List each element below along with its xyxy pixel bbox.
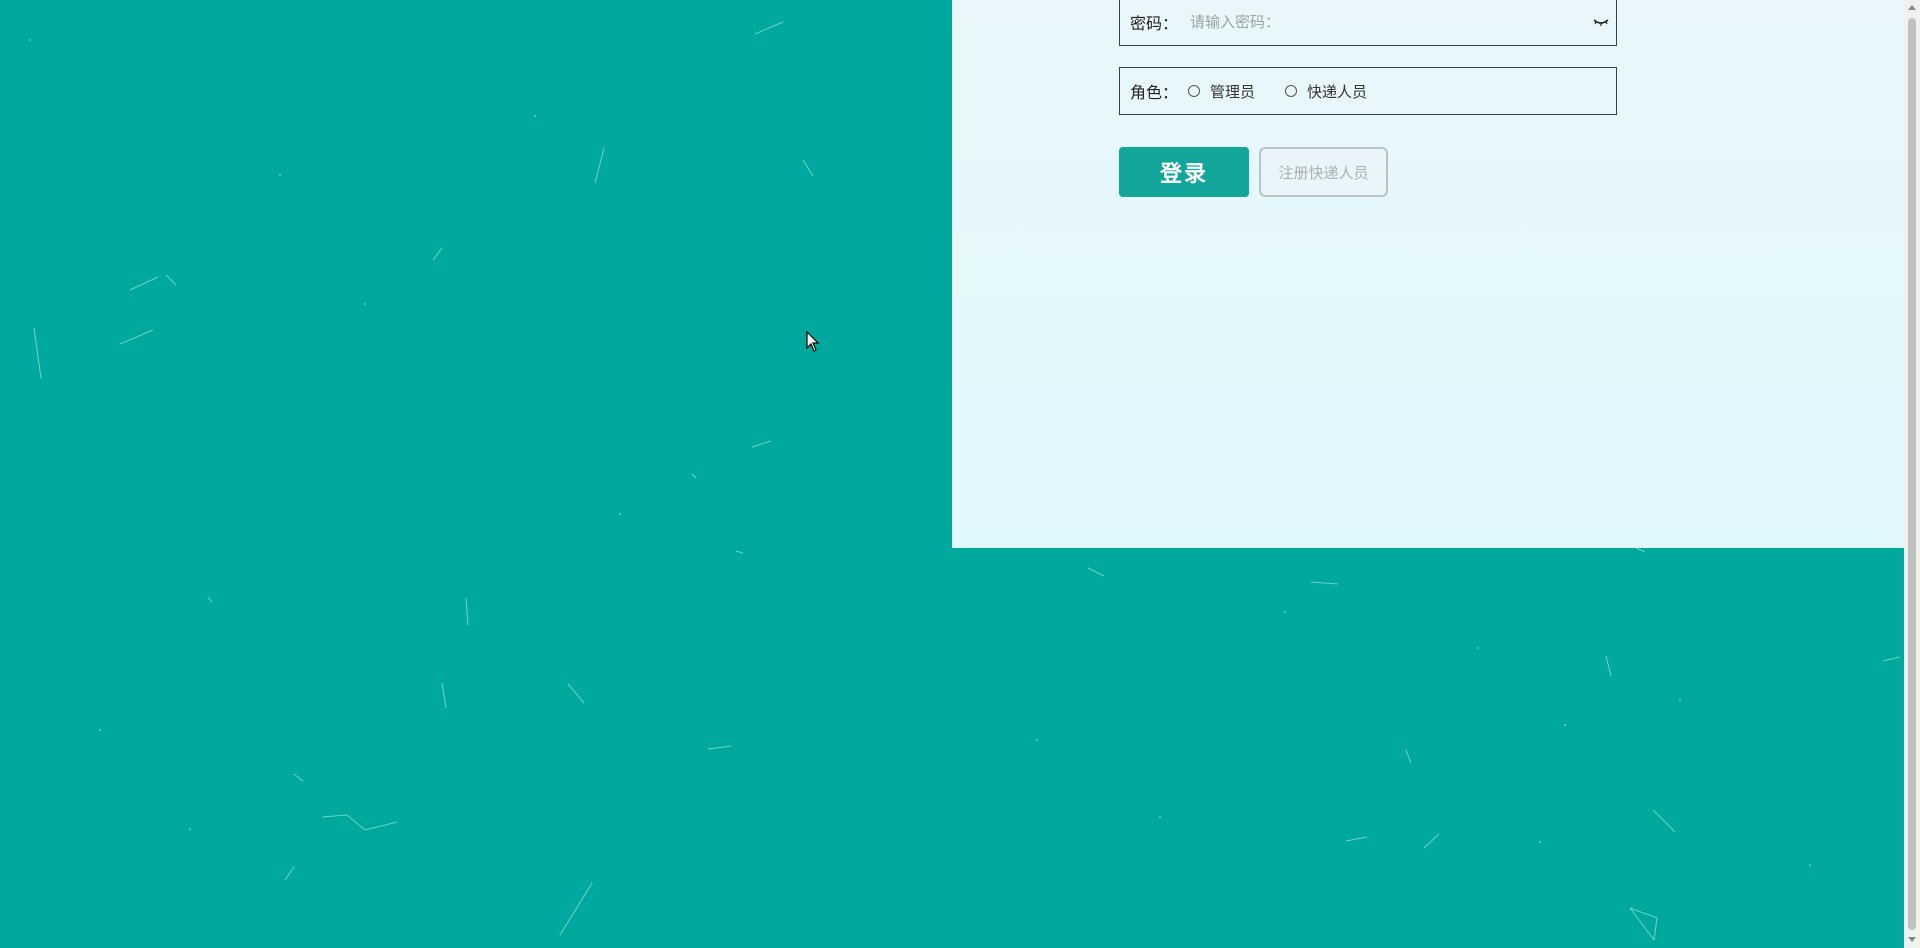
password-field: 密码：	[1119, 0, 1617, 46]
particle-line	[691, 473, 697, 479]
role-field: 角色： 管理员 快递人员	[1119, 67, 1617, 115]
particle-dot	[1539, 841, 1541, 843]
particle-dot	[364, 303, 366, 305]
particle-dot	[99, 729, 101, 731]
login-button[interactable]: 登录	[1119, 147, 1249, 197]
particle-line	[594, 147, 605, 184]
particle-dot	[279, 174, 281, 176]
particle-line	[284, 866, 295, 881]
particle-line	[1345, 836, 1368, 842]
particle-line	[802, 159, 814, 177]
scroll-thumb[interactable]	[1908, 18, 1916, 930]
particle-line	[207, 596, 213, 603]
particle-line	[751, 440, 772, 448]
particle-line	[1310, 581, 1339, 585]
particle-line	[293, 773, 304, 782]
particle-line	[33, 327, 42, 379]
particle-line	[432, 247, 443, 261]
particle-dot	[534, 115, 536, 117]
vertical-scrollbar[interactable]	[1904, 0, 1920, 948]
scroll-down-arrow-icon[interactable]	[1908, 937, 1916, 942]
particle-line	[707, 745, 732, 750]
role-option-courier-label: 快递人员	[1307, 82, 1368, 101]
role-option-admin-label: 管理员	[1210, 82, 1256, 101]
particle-line	[321, 814, 348, 818]
particle-line	[364, 821, 398, 831]
particle-dot	[1159, 816, 1161, 818]
particle-line	[1087, 567, 1105, 577]
particle-dot	[189, 828, 191, 830]
particle-dot	[1809, 864, 1811, 866]
particle-line	[1653, 917, 1658, 941]
particle-line	[1882, 656, 1900, 662]
eye-closed-icon[interactable]	[1592, 15, 1610, 29]
role-label: 角色：	[1130, 83, 1179, 102]
particle-dot	[1284, 611, 1286, 613]
particle-line	[1652, 809, 1676, 833]
scroll-up-arrow-icon[interactable]	[1908, 5, 1916, 10]
radio-admin[interactable]	[1188, 85, 1200, 97]
particle-line	[567, 683, 585, 704]
mouse-cursor-icon	[806, 331, 820, 352]
register-courier-button[interactable]: 注册快递人员	[1259, 147, 1388, 197]
particle-dot	[619, 513, 621, 515]
particle-line	[754, 21, 784, 35]
password-label: 密码：	[1130, 14, 1179, 33]
particle-dot	[1477, 647, 1479, 649]
particle-line	[129, 276, 159, 291]
password-input[interactable]	[1188, 0, 1592, 46]
particle-dot	[1036, 739, 1038, 741]
particle-line	[1605, 655, 1612, 677]
role-option-admin[interactable]: 管理员	[1188, 81, 1255, 102]
particle-line	[1405, 749, 1412, 764]
particle-line	[559, 882, 593, 936]
particle-line	[119, 329, 154, 345]
particle-line	[441, 682, 447, 709]
particle-dot	[1564, 724, 1566, 726]
particle-line	[735, 550, 744, 554]
particle-dot	[1679, 699, 1681, 701]
particle-line	[1423, 833, 1440, 849]
radio-courier[interactable]	[1285, 85, 1298, 97]
particle-line	[165, 274, 177, 286]
particle-line	[465, 597, 469, 626]
role-option-courier[interactable]: 快递人员	[1285, 81, 1367, 102]
particle-dot	[29, 39, 31, 41]
particle-line	[346, 814, 366, 831]
